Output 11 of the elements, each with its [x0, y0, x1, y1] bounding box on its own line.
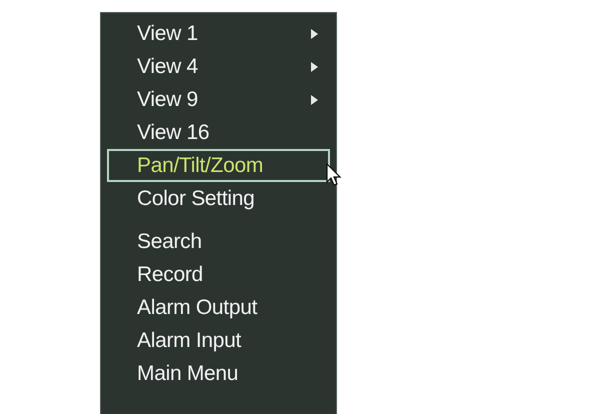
- menu-item[interactable]: View 9: [107, 83, 330, 116]
- menu-item[interactable]: View 4: [107, 50, 330, 83]
- menu-item[interactable]: Alarm Input: [107, 324, 330, 357]
- menu-item[interactable]: Main Menu: [107, 357, 330, 390]
- menu-item[interactable]: View 1: [107, 17, 330, 50]
- menu-item[interactable]: Record: [107, 258, 330, 291]
- menu-item[interactable]: Search: [107, 225, 330, 258]
- mouse-pointer-icon: [326, 163, 342, 187]
- menu-item[interactable]: View 16: [107, 116, 330, 149]
- menu-item[interactable]: Alarm Output: [107, 291, 330, 324]
- menu-item[interactable]: Color Setting: [107, 182, 330, 215]
